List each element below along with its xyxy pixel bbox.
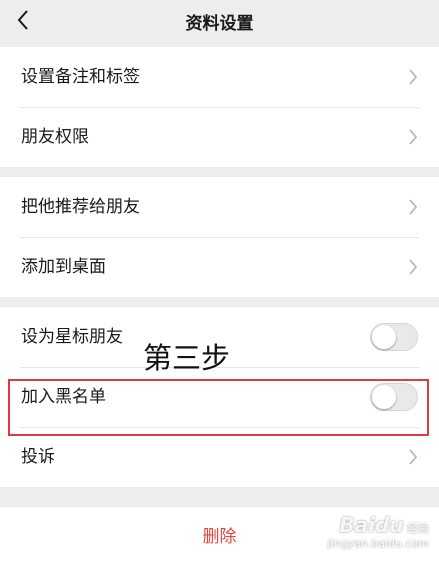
chevron-right-icon (409, 449, 418, 465)
recommend-to-friend-row[interactable]: 把他推荐给朋友 (0, 177, 439, 237)
row-label: 设为星标朋友 (21, 327, 123, 347)
add-to-desktop-row[interactable]: 添加到桌面 (0, 237, 439, 297)
toggle-knob (372, 385, 396, 409)
chevron-right-icon (409, 69, 418, 85)
navigation-bar: 资料设置 (0, 0, 439, 42)
toggle-knob (372, 325, 396, 349)
chevron-right-icon (409, 199, 418, 215)
settings-group-privacy: 设为星标朋友 加入黑名单 投诉 (0, 307, 439, 487)
chevron-right-icon (409, 129, 418, 145)
friend-permissions-row[interactable]: 朋友权限 (0, 107, 439, 167)
settings-group-remark: 设置备注和标签 朋友权限 (0, 47, 439, 167)
row-label: 加入黑名单 (21, 387, 106, 407)
row-label: 朋友权限 (21, 127, 89, 147)
watermark: Baidu 经验 jingyan.baidu.com (327, 513, 429, 550)
blacklist-toggle[interactable] (370, 383, 418, 411)
chevron-right-icon (409, 259, 418, 275)
row-label: 添加到桌面 (21, 257, 106, 277)
complaint-row[interactable]: 投诉 (0, 427, 439, 487)
row-label: 投诉 (21, 447, 55, 467)
set-remark-and-tags-row[interactable]: 设置备注和标签 (0, 47, 439, 107)
page-title: 资料设置 (185, 14, 254, 34)
watermark-brand: Baidu 经验 (339, 513, 429, 537)
watermark-url: jingyan.baidu.com (327, 537, 429, 550)
star-friend-toggle[interactable] (370, 323, 418, 351)
settings-group-share: 把他推荐给朋友 添加到桌面 (0, 177, 439, 297)
step-annotation: 第三步 (143, 341, 231, 375)
row-label: 把他推荐给朋友 (21, 197, 140, 217)
row-label: 设置备注和标签 (21, 67, 140, 87)
